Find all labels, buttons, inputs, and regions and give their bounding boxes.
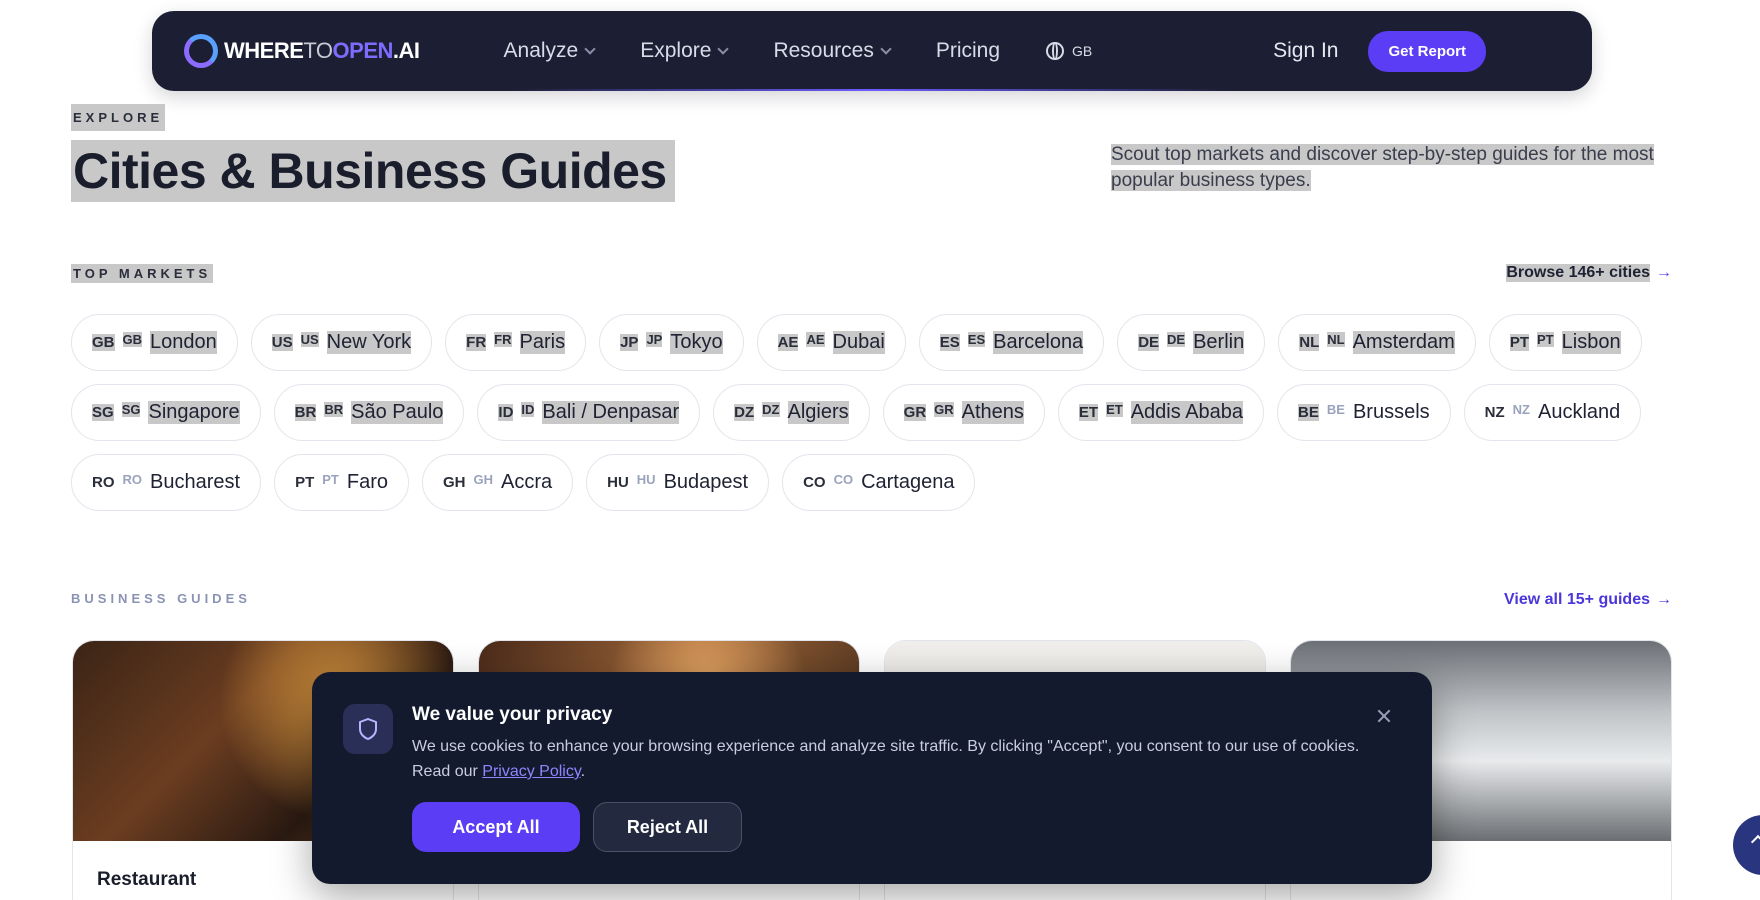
scroll-to-top-button[interactable] bbox=[1733, 815, 1760, 875]
flag-icon: BR bbox=[324, 402, 344, 417]
logo-text-ai: .AI bbox=[392, 38, 420, 63]
chevron-down-icon bbox=[880, 43, 892, 55]
city-chip-lisbon[interactable]: PT PT Lisbon bbox=[1488, 314, 1642, 371]
page-title: Cities & Business Guides bbox=[71, 140, 675, 202]
market-chips: GB GB London US US New York FR FR Paris JP JP To… bbox=[71, 314, 1671, 524]
city-chip-addis-ababa[interactable]: ET ET Addis Ababa bbox=[1057, 384, 1265, 441]
chevron-down-icon bbox=[717, 43, 730, 55]
city-chip-berlin[interactable]: DE DE Berlin bbox=[1117, 314, 1266, 371]
flag-icon: BE bbox=[1326, 402, 1345, 417]
city-chip-accra[interactable]: GH GH Accra bbox=[421, 454, 574, 511]
city-chip-brussels[interactable]: BE BE Brussels bbox=[1277, 384, 1451, 441]
nav-pricing[interactable]: Pricing bbox=[936, 39, 1000, 63]
city-chip-london[interactable]: GB GB London bbox=[71, 314, 238, 371]
flag-icon: ID bbox=[521, 402, 535, 417]
flag-icon: GB bbox=[122, 332, 142, 347]
accept-all-button[interactable]: Accept All bbox=[412, 802, 580, 852]
arrow-right-icon: → bbox=[1656, 264, 1672, 281]
section-eyebrow-explore: EXPLORE bbox=[71, 104, 166, 131]
logo-icon bbox=[184, 34, 218, 68]
sign-in-link[interactable]: Sign In bbox=[1273, 39, 1338, 63]
privacy-policy-link[interactable]: Privacy Policy bbox=[482, 763, 580, 780]
city-chip-athens[interactable]: GR GR Athens bbox=[882, 384, 1045, 441]
top-navbar: WHERETOOPEN.AI Analyze Explore Resources… bbox=[152, 11, 1592, 91]
chip-row: RO RO Bucharest PT PT Faro GH GH Accra HU HU Bud… bbox=[71, 454, 1671, 511]
city-chip-amsterdam[interactable]: NL NL Amsterdam bbox=[1278, 314, 1476, 371]
page-subtitle: Scout top markets and discover step-by-s… bbox=[1111, 144, 1654, 191]
logo-text-where: WHERE bbox=[224, 38, 304, 63]
city-chip-algiers[interactable]: DZ DZ Algiers bbox=[713, 384, 870, 441]
city-chip-faro[interactable]: PT PT Faro bbox=[274, 454, 409, 511]
nav-explore[interactable]: Explore bbox=[640, 39, 730, 63]
close-icon[interactable] bbox=[1374, 706, 1394, 726]
logo-text-open: OPEN bbox=[332, 38, 394, 63]
section-eyebrow-business-guides: BUSINESS GUIDES bbox=[71, 591, 251, 606]
cookie-text: We use cookies to enhance your browsing … bbox=[412, 738, 1360, 780]
city-chip-dubai[interactable]: AE AE Dubai bbox=[756, 314, 906, 371]
language-selector[interactable]: GB bbox=[1046, 42, 1092, 60]
browse-cities-link[interactable]: Browse 146+ cities → bbox=[1506, 264, 1672, 282]
flag-icon: PT bbox=[322, 472, 339, 487]
chip-row: GB GB London US US New York FR FR Paris JP JP To… bbox=[71, 314, 1671, 371]
flag-icon: ET bbox=[1106, 402, 1123, 417]
flag-icon: JP bbox=[646, 332, 663, 347]
chevron-up-icon bbox=[1750, 834, 1760, 850]
nav-resources[interactable]: Resources bbox=[773, 39, 892, 63]
chevron-down-icon bbox=[584, 43, 596, 55]
chip-row: SG SG Singapore BR BR São Paulo ID ID Bali / D… bbox=[71, 384, 1671, 441]
flag-icon: NZ bbox=[1512, 402, 1530, 417]
nav-analyze[interactable]: Analyze bbox=[504, 39, 596, 63]
flag-icon: DE bbox=[1167, 332, 1186, 347]
city-chip-paris[interactable]: FR FR Paris bbox=[445, 314, 587, 371]
logo-text-to: TO bbox=[303, 38, 333, 63]
flag-icon: FR bbox=[494, 332, 512, 347]
flag-icon: AE bbox=[806, 332, 825, 347]
city-chip-budapest[interactable]: HU HU Budapest bbox=[586, 454, 770, 511]
city-chip-cartagena[interactable]: CO CO Cartagena bbox=[782, 454, 976, 511]
arrow-right-icon: → bbox=[1656, 591, 1672, 608]
flag-icon: CO bbox=[833, 472, 854, 487]
city-chip-auckland[interactable]: NZ NZ Auckland bbox=[1463, 384, 1642, 441]
cookie-title: We value your privacy bbox=[412, 704, 613, 725]
flag-icon: GR bbox=[934, 402, 954, 417]
flag-icon: HU bbox=[636, 472, 656, 487]
globe-icon bbox=[1046, 42, 1065, 60]
city-chip-bucharest[interactable]: RO RO Bucharest bbox=[71, 454, 262, 511]
logo[interactable]: WHERETOOPEN.AI bbox=[184, 34, 420, 68]
city-chip-bali[interactable]: ID ID Bali / Denpasar bbox=[477, 384, 701, 441]
city-chip-singapore[interactable]: SG SG Singapore bbox=[71, 384, 261, 441]
city-chip-new-york[interactable]: US US New York bbox=[250, 314, 433, 371]
flag-icon: ES bbox=[967, 332, 986, 347]
flag-icon: NL bbox=[1327, 332, 1345, 347]
get-report-button[interactable]: Get Report bbox=[1368, 30, 1486, 72]
view-all-guides-link[interactable]: View all 15+ guides → bbox=[1504, 591, 1672, 609]
city-chip-barcelona[interactable]: ES ES Barcelona bbox=[918, 314, 1105, 371]
reject-all-button[interactable]: Reject All bbox=[593, 802, 742, 852]
flag-icon: PT bbox=[1537, 332, 1554, 347]
city-chip-sao-paulo[interactable]: BR BR São Paulo bbox=[273, 384, 465, 441]
nav-links: Analyze Explore Resources Pricing GB bbox=[504, 39, 1093, 63]
flag-icon: RO bbox=[122, 472, 143, 487]
shield-icon bbox=[343, 704, 393, 754]
cookie-banner: We value your privacy We use cookies to … bbox=[312, 672, 1432, 884]
flag-icon: US bbox=[300, 332, 319, 347]
section-eyebrow-top-markets: TOP MARKETS bbox=[71, 264, 214, 283]
city-chip-tokyo[interactable]: JP JP Tokyo bbox=[599, 314, 744, 371]
flag-icon: DZ bbox=[762, 402, 780, 417]
flag-icon: GH bbox=[473, 472, 493, 487]
flag-icon: SG bbox=[121, 402, 141, 417]
